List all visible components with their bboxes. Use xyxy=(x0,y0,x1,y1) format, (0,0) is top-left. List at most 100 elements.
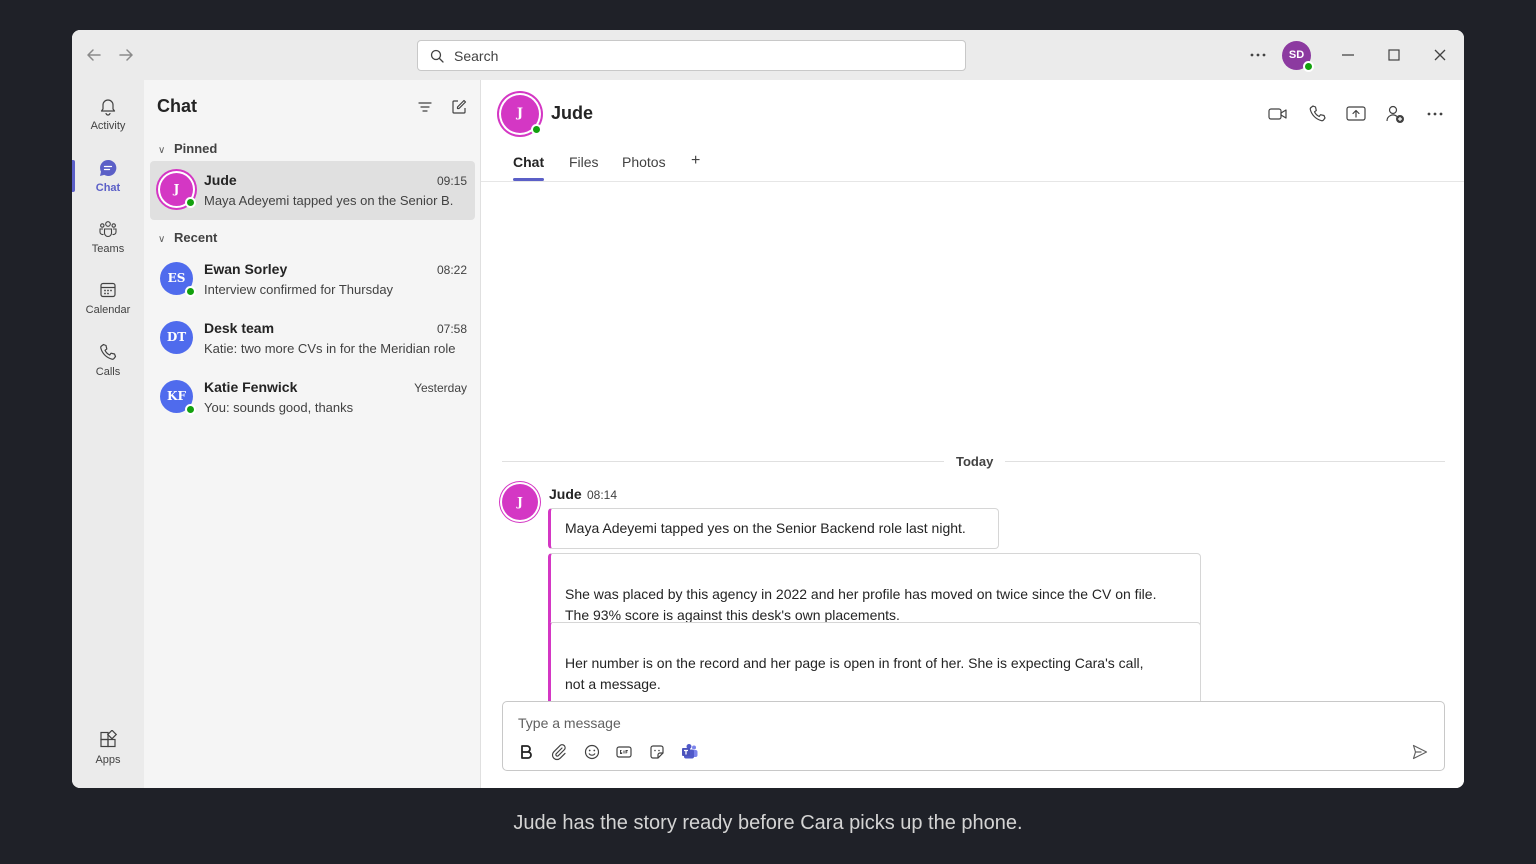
recent-section-header[interactable]: ∨ Recent xyxy=(158,230,217,245)
avatar-initials: J xyxy=(516,106,524,121)
back-arrow-icon[interactable] xyxy=(83,44,105,66)
calendar-icon xyxy=(100,282,116,298)
phone-icon xyxy=(100,343,117,360)
chevron-down-icon: ∨ xyxy=(158,145,166,156)
rail-item-activity[interactable]: Activity xyxy=(72,96,144,152)
profile-avatar[interactable]: SD xyxy=(1282,41,1314,72)
message-bubble[interactable]: Her number is on the record and her page… xyxy=(548,622,1201,705)
sticker-icon[interactable] xyxy=(648,743,666,761)
filter-icon[interactable] xyxy=(416,98,434,116)
chat-row-ewan-sorley[interactable]: ES Ewan Sorley 08:22 Interview confirmed… xyxy=(150,250,475,309)
avatar: KF xyxy=(160,380,196,415)
bell-icon xyxy=(100,99,116,116)
pinned-label: Pinned xyxy=(174,141,218,156)
rail-label: Calls xyxy=(95,366,121,378)
forward-arrow-icon[interactable] xyxy=(115,44,137,66)
message-composer[interactable]: Type a message xyxy=(502,701,1445,771)
rail-label: Chat xyxy=(95,182,121,194)
attach-icon[interactable] xyxy=(550,743,568,761)
chat-row-jude[interactable]: J Jude 09:15 Maya Adeyemi tapped yes on … xyxy=(150,161,475,220)
search-placeholder: Search xyxy=(454,48,499,64)
message-avatar[interactable]: J xyxy=(502,484,538,520)
chat-list-pane: Chat ∨ Pinned J Jude 09:15 Maya Adeyemi t… xyxy=(144,80,481,788)
avatar-initials: J xyxy=(173,182,180,196)
share-screen-icon[interactable] xyxy=(1344,102,1368,126)
new-chat-icon[interactable] xyxy=(450,98,468,116)
active-tab-indicator xyxy=(513,178,544,181)
chat-time: Yesterday xyxy=(414,381,467,395)
maximize-icon[interactable] xyxy=(1382,43,1406,67)
available-status-icon xyxy=(185,404,196,415)
available-status-icon xyxy=(1303,61,1314,72)
recent-label: Recent xyxy=(174,230,218,245)
app-rail: Activity Chat Teams Calendar Calls Apps xyxy=(72,80,144,788)
available-status-icon xyxy=(185,286,196,297)
emoji-icon[interactable] xyxy=(583,743,601,761)
video-call-icon[interactable] xyxy=(1266,102,1290,126)
conversation-avatar[interactable]: J xyxy=(501,95,542,135)
avatar: J xyxy=(160,173,196,208)
chat-icon xyxy=(100,159,117,176)
composer-placeholder: Type a message xyxy=(518,715,621,731)
chat-row-desk-team[interactable]: DT Desk team 07:58 Katie: two more CVs i… xyxy=(150,309,475,368)
avatar-initials: DT xyxy=(166,330,187,344)
avatar: DT xyxy=(160,321,193,354)
chat-time: 09:15 xyxy=(436,174,467,188)
message-text: She was placed by this agency in 2022 an… xyxy=(565,586,1157,623)
conversation-tabs: Chat Files Photos + xyxy=(481,150,1464,182)
teams-window: Search SD Activity Chat Teams Calendar C… xyxy=(72,30,1464,788)
tab-photos[interactable]: Photos xyxy=(622,154,666,170)
avatar-initials: KF xyxy=(167,389,186,403)
rail-item-chat[interactable]: Chat xyxy=(72,158,144,214)
chat-time: 07:58 xyxy=(436,322,467,336)
audio-call-icon[interactable] xyxy=(1305,102,1329,126)
chat-row-katie-fenwick[interactable]: KF Katie Fenwick Yesterday You: sounds g… xyxy=(150,368,475,427)
close-icon[interactable] xyxy=(1428,43,1452,67)
chevron-down-icon: ∨ xyxy=(158,234,166,245)
add-tab-button[interactable]: + xyxy=(691,152,700,170)
bold-format-icon[interactable] xyxy=(517,743,535,761)
profile-initials: SD xyxy=(1288,49,1305,61)
more-options-icon[interactable] xyxy=(1423,102,1447,126)
rail-item-apps[interactable]: Apps xyxy=(72,730,144,786)
avatar-initials: ES xyxy=(167,271,186,285)
chat-name: Katie Fenwick xyxy=(204,379,298,395)
avatar: ES xyxy=(160,262,196,297)
chat-preview: Katie: two more CVs in for the Meridian … xyxy=(204,341,456,356)
pinned-section-header[interactable]: ∨ Pinned xyxy=(158,141,217,156)
rail-label: Teams xyxy=(91,243,125,255)
gif-icon[interactable] xyxy=(615,743,633,761)
minimize-icon[interactable] xyxy=(1336,43,1360,67)
add-people-icon[interactable] xyxy=(1383,102,1407,126)
day-label: Today xyxy=(944,454,1006,469)
message-text: Her number is on the record and her page… xyxy=(565,655,1144,692)
message-time: 08:14 xyxy=(587,488,618,502)
rail-item-teams[interactable]: Teams xyxy=(72,219,144,275)
available-status-icon xyxy=(185,197,196,208)
chat-list-title: Chat xyxy=(157,96,197,116)
chat-preview: You: sounds good, thanks xyxy=(204,400,354,415)
search-input[interactable]: Search xyxy=(417,40,966,71)
tab-files[interactable]: Files xyxy=(569,154,599,170)
chat-name: Desk team xyxy=(204,320,275,336)
message-sender: Jude xyxy=(549,486,582,502)
send-icon[interactable] xyxy=(1411,743,1429,761)
apps-icon xyxy=(100,730,118,748)
message-bubble[interactable]: Maya Adeyemi tapped yes on the Senior Ba… xyxy=(548,508,999,549)
chat-preview: Maya Adeyemi tapped yes on the Senior B. xyxy=(204,193,454,208)
chat-time: 08:22 xyxy=(436,263,467,277)
rail-item-calendar[interactable]: Calendar xyxy=(72,280,144,336)
avatar-initials: J xyxy=(517,495,523,509)
more-options-icon[interactable] xyxy=(1246,43,1270,67)
tab-chat[interactable]: Chat xyxy=(513,154,544,170)
teams-icon xyxy=(99,221,117,238)
chat-name: Jude xyxy=(204,172,237,188)
conversation-pane: J Jude Chat Files Photos + Today J Jude … xyxy=(481,80,1464,788)
rail-label: Calendar xyxy=(85,304,131,316)
conversation-title: Jude xyxy=(551,103,594,123)
chat-name: Ewan Sorley xyxy=(204,261,288,277)
rail-item-calls[interactable]: Calls xyxy=(72,342,144,398)
teams-loop-icon[interactable] xyxy=(681,743,699,761)
message-text: Maya Adeyemi tapped yes on the Senior Ba… xyxy=(565,520,966,536)
available-status-icon xyxy=(531,124,542,135)
